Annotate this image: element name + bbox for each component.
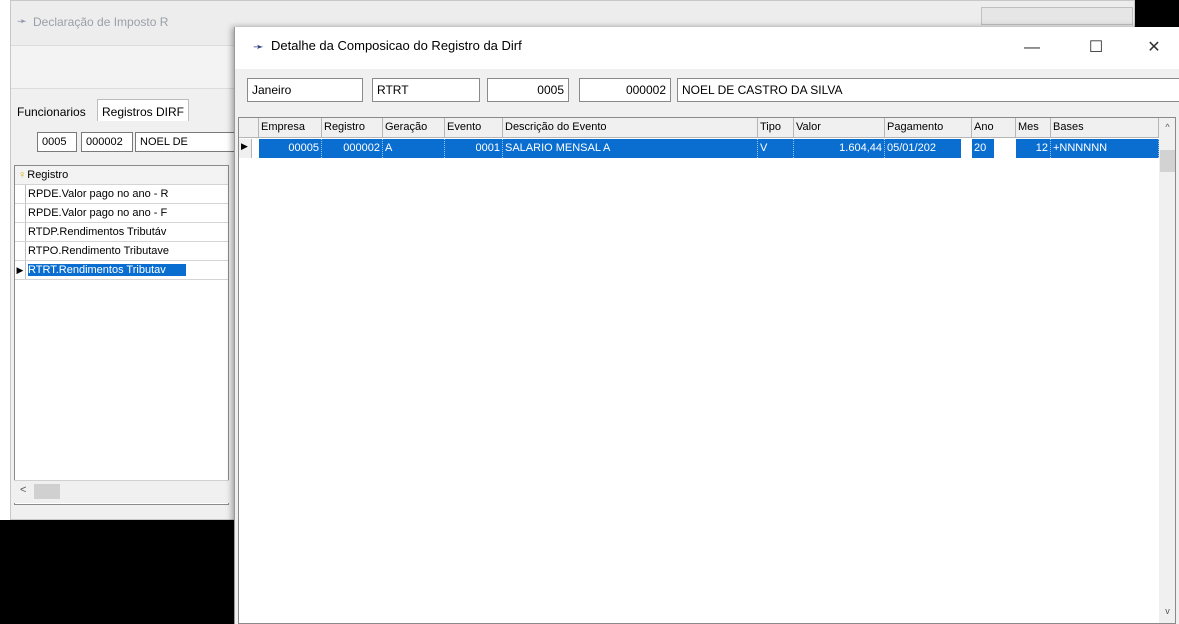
close-button[interactable]: ✕ [1131, 31, 1177, 65]
col-geracao[interactable]: Geração [383, 118, 445, 138]
list-horizontal-scrollbar[interactable]: < [14, 480, 229, 503]
col-registro[interactable]: Registro [322, 118, 383, 138]
funcionario-code-field[interactable]: 000002 [579, 78, 671, 102]
maximize-button[interactable]: ☐ [1073, 31, 1119, 65]
redaction-mask [994, 139, 1016, 158]
scroll-up-arrow[interactable]: ^ [1159, 122, 1175, 132]
cell-registro[interactable]: 000002 [322, 139, 383, 158]
registro-list[interactable]: ♀Registro RPDE.Valor pago no ano - R RPD… [14, 165, 229, 505]
background-window-controls[interactable] [981, 7, 1133, 25]
key-icon: ♀ [18, 169, 27, 181]
funcionario-name-field[interactable]: NOEL DE [135, 132, 235, 152]
dialog-title-bar: ➛ Detalhe da Composicao do Registro da D… [235, 27, 1179, 69]
funcionario-code-field[interactable]: 000002 [81, 132, 133, 152]
grid-corner [239, 118, 259, 138]
composition-grid[interactable]: Empresa Registro Geração Evento Descriçã… [238, 117, 1176, 624]
col-evento[interactable]: Evento [445, 118, 503, 138]
redaction-mask [961, 139, 972, 158]
list-item[interactable]: RPDE.Valor pago no ano - R [15, 185, 228, 204]
detail-dialog: ➛ Detalhe da Composicao do Registro da D… [234, 27, 1179, 624]
cell-empresa[interactable]: 00005 [259, 139, 322, 158]
cell-bases[interactable]: +NNNNNN [1051, 139, 1159, 158]
cell-mes[interactable]: 12 [1016, 139, 1051, 158]
empresa-field[interactable]: 0005 [487, 78, 569, 102]
col-empresa[interactable]: Empresa [259, 118, 322, 138]
app-arrow-icon: ➛ [17, 14, 28, 28]
row-pointer-icon: ▶ [241, 141, 248, 151]
tab-funcionarios[interactable]: Funcionarios [17, 105, 86, 119]
mes-field[interactable]: Janeiro [247, 78, 363, 102]
cell-evento[interactable]: 0001 [445, 139, 503, 158]
cell-pagamento[interactable]: 05/01/202 [885, 139, 972, 158]
list-item[interactable]: RTPO.Rendimento Tributave [15, 242, 228, 261]
row-indicator: ▶ [239, 139, 252, 158]
scroll-down-arrow[interactable]: v [1159, 606, 1175, 616]
cell-descricao[interactable]: SALARIO MENSAL A [503, 139, 758, 158]
tab-registros-dirf[interactable]: Registros DIRF [97, 99, 190, 121]
cell-valor[interactable]: 1.604,44 [794, 139, 885, 158]
col-ano[interactable]: Ano [972, 118, 1016, 138]
scroll-thumb[interactable] [1160, 150, 1175, 172]
col-bases[interactable]: Bases [1051, 118, 1159, 138]
list-header: ♀Registro [15, 166, 228, 185]
list-item-selected[interactable]: ▶ RTRT.Rendimentos Tributav [15, 261, 228, 280]
dialog-title: Detalhe da Composicao do Registro da Dir… [271, 38, 522, 53]
col-mes[interactable]: Mes [1016, 118, 1051, 138]
funcionario-name-field[interactable]: NOEL DE CASTRO DA SILVA [677, 78, 1179, 102]
dialog-arrow-icon: ➛ [253, 39, 264, 54]
scroll-left-arrow[interactable]: < [20, 484, 26, 496]
col-tipo[interactable]: Tipo [758, 118, 794, 138]
desktop-background [0, 520, 234, 624]
row-pointer-icon: ▶ [15, 261, 26, 279]
scroll-thumb[interactable] [34, 484, 60, 499]
registro-field[interactable]: RTRT [372, 78, 480, 102]
empresa-field[interactable]: 0005 [37, 132, 77, 152]
list-item[interactable]: RTDP.Rendimentos Tributáv [15, 223, 228, 242]
minimize-button[interactable]: — [1009, 31, 1055, 65]
cell-geracao[interactable]: A [383, 139, 445, 158]
col-pagamento[interactable]: Pagamento [885, 118, 972, 138]
col-valor[interactable]: Valor [794, 118, 885, 138]
list-item[interactable]: RPDE.Valor pago no ano - F [15, 204, 228, 223]
col-descricao[interactable]: Descrição do Evento [503, 118, 758, 138]
grid-vertical-scrollbar[interactable]: ^ v [1159, 118, 1175, 623]
background-window-title: Declaração de Imposto R [33, 15, 169, 29]
cell-tipo[interactable]: V [758, 139, 794, 158]
